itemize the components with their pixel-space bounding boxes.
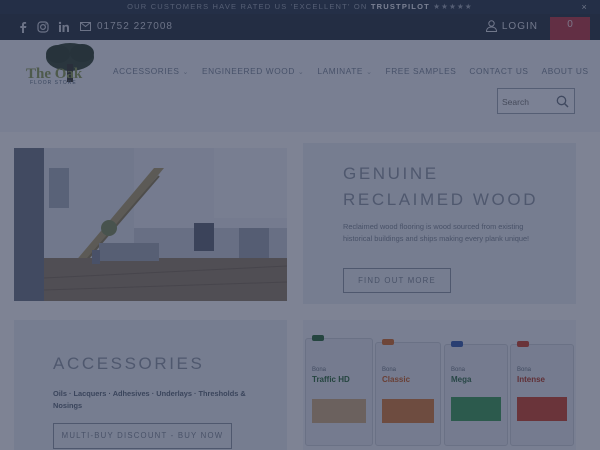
hero-description: Reclaimed wood flooring is wood sourced …: [343, 222, 530, 243]
nav-item-about-us[interactable]: ABOUT US: [542, 66, 589, 76]
product-tin: Bona Traffic HD: [305, 335, 373, 446]
instagram-icon[interactable]: [37, 21, 49, 33]
products-image: Bona Traffic HD Bona Classic Bona Mega B…: [303, 320, 576, 450]
hero-image: [14, 148, 287, 301]
linkedin-icon[interactable]: [58, 21, 70, 33]
product-tin: Bona Mega: [444, 341, 508, 446]
nav-label: ACCESSORIES: [113, 66, 180, 76]
hero-title-line-1: GENUINE: [343, 164, 439, 183]
tin-name: Traffic HD: [312, 375, 350, 384]
nav-label: LAMINATE: [317, 66, 364, 76]
tin-brand: Bona: [312, 367, 327, 373]
hero-title: GENUINE RECLAIMED WOOD: [343, 161, 538, 213]
interior-photo: [14, 148, 287, 301]
chevron-down-icon: ⌄: [182, 69, 190, 76]
tin-name: Classic: [382, 375, 411, 384]
hero-title-line-2: RECLAIMED WOOD: [343, 190, 539, 209]
tin-brand: Bona: [382, 367, 397, 373]
trustpilot-link[interactable]: TRUSTPILOT: [371, 2, 430, 11]
envelope-icon: [80, 22, 91, 31]
multi-buy-button[interactable]: MULTI-BUY DISCOUNT - BUY NOW: [53, 423, 232, 449]
accessories-list: Oils · Lacquers · Adhesives · Underlays …: [53, 389, 246, 410]
login-label: LOGIN: [501, 20, 538, 32]
find-out-more-button[interactable]: FIND OUT MORE: [343, 268, 451, 293]
tin-name: Mega: [451, 375, 472, 384]
accessories-panel: ACCESSORIES Oils · Lacquers · Adhesives …: [14, 320, 287, 450]
announcement-bar: OUR CUSTOMERS HAVE RATED US 'EXCELLENT' …: [0, 0, 600, 14]
site-logo[interactable]: The Oak FLOOR STORE: [12, 42, 98, 88]
user-icon: [485, 20, 497, 32]
tin-brand: Bona: [517, 367, 532, 373]
hero-panel: GENUINE RECLAIMED WOOD Reclaimed wood fl…: [303, 143, 576, 304]
cart-count: 0: [567, 19, 573, 30]
main-nav: ACCESSORIES ⌄ ENGINEERED WOOD ⌄ LAMINATE ⌄ …: [113, 66, 589, 76]
tin-cap: [312, 335, 324, 341]
product-tin: Bona Intense: [510, 341, 574, 446]
search-box: [497, 88, 575, 114]
chevron-down-icon: ⌄: [297, 69, 305, 76]
accessories-title: ACCESSORIES: [53, 354, 205, 373]
nav-item-laminate[interactable]: LAMINATE ⌄: [317, 66, 372, 76]
rating-stars: ★★★★★: [433, 2, 473, 11]
cart-button[interactable]: 0: [550, 17, 590, 40]
tin-band: [517, 397, 567, 421]
close-announcement-button[interactable]: ×: [582, 0, 588, 14]
nav-item-engineered-wood[interactable]: ENGINEERED WOOD ⌄: [202, 66, 304, 76]
search-input[interactable]: [502, 95, 552, 108]
tin-band: [312, 399, 366, 423]
product-tin: Bona Classic: [375, 339, 441, 446]
tin-band: [451, 397, 501, 421]
contact-bar: 01752 227008 LOGIN: [0, 14, 600, 40]
nav-item-contact-us[interactable]: CONTACT US: [469, 66, 528, 76]
phone-number: 01752 227008: [97, 21, 173, 32]
tin-name: Intense: [517, 375, 546, 384]
nav-item-free-samples[interactable]: FREE SAMPLES: [386, 66, 457, 76]
login-button[interactable]: LOGIN: [485, 20, 538, 32]
tin-band: [382, 399, 434, 423]
tin-brand: Bona: [451, 367, 466, 373]
chevron-down-icon: ⌄: [366, 69, 373, 76]
nav-label: ENGINEERED WOOD: [202, 66, 295, 76]
nav-item-accessories[interactable]: ACCESSORIES ⌄: [113, 66, 189, 76]
search-icon[interactable]: [556, 95, 569, 108]
site-header: The Oak FLOOR STORE ACCESSORIES ⌄ ENGINEE…: [0, 40, 600, 132]
facebook-icon[interactable]: [17, 21, 29, 33]
tin-cap: [451, 341, 463, 347]
logo-subtitle: FLOOR STORE: [30, 80, 77, 86]
tin-cap: [382, 339, 394, 345]
tin-cap: [517, 341, 529, 347]
phone-contact[interactable]: 01752 227008: [80, 21, 173, 32]
announcement-text: OUR CUSTOMERS HAVE RATED US 'EXCELLENT' …: [127, 2, 368, 11]
